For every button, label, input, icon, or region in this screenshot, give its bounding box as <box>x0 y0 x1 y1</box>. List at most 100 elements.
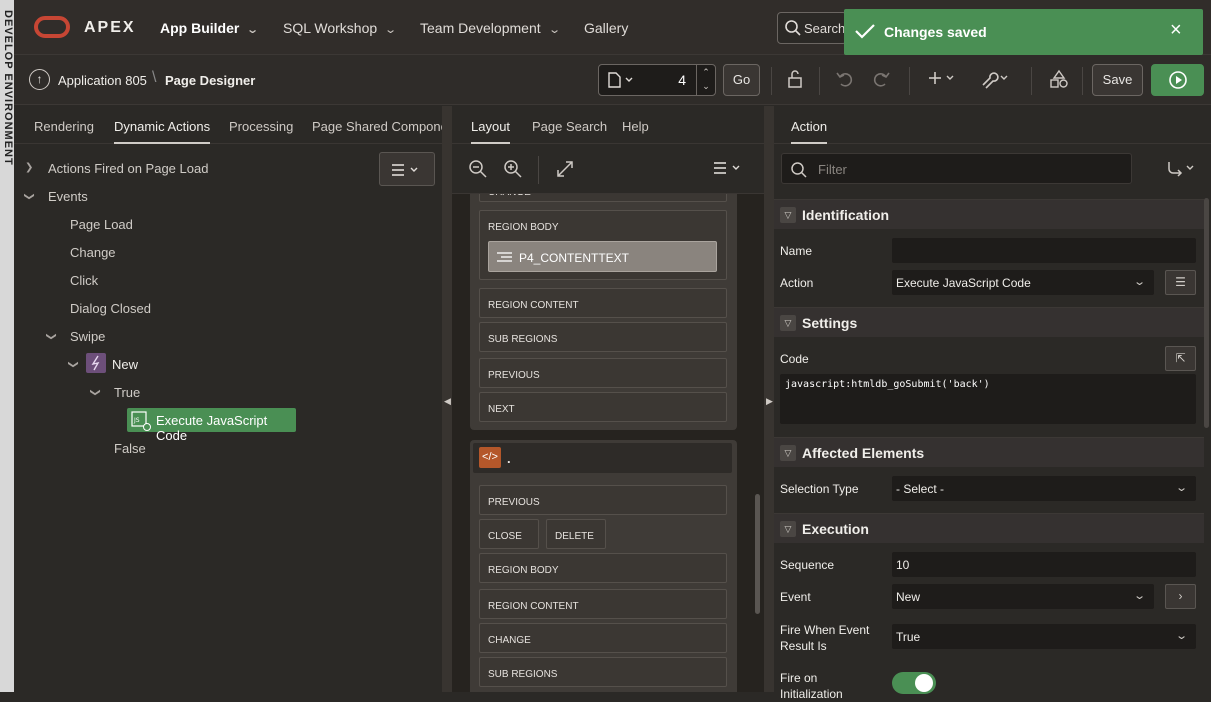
event-select[interactable]: New ⌄ <box>892 584 1154 609</box>
menu-icon[interactable] <box>712 160 746 176</box>
page-number-stepper[interactable]: ⌃ ⌄ <box>696 65 715 95</box>
chevron-right-icon[interactable]: ❯ <box>25 162 33 173</box>
nav-sql-workshop[interactable]: SQL Workshop ⌄ <box>283 20 397 36</box>
layout-slot[interactable]: CHANGE <box>479 194 727 202</box>
property-scrollbar[interactable] <box>1204 198 1209 428</box>
tree-node-swipe[interactable]: Swipe <box>70 329 105 344</box>
save-button[interactable]: Save <box>1092 64 1143 96</box>
zoom-out-icon[interactable] <box>468 159 488 179</box>
chevron-down-icon[interactable]: ▽ <box>780 521 796 537</box>
section-execution[interactable]: ▽ Execution <box>774 513 1204 543</box>
code-textarea[interactable]: javascript:htmldb_goSubmit('back') <box>780 374 1196 424</box>
redo-icon[interactable] <box>871 69 891 89</box>
section-affected-elements[interactable]: ▽ Affected Elements <box>774 437 1204 467</box>
zoom-in-icon[interactable] <box>503 159 523 179</box>
tree-node-change[interactable]: Change <box>70 245 116 260</box>
add-menu-icon[interactable] <box>926 69 958 89</box>
page-number-input[interactable]: 4 <box>674 72 686 88</box>
right-splitter[interactable]: ▶ <box>764 106 774 692</box>
wrench-menu-icon[interactable] <box>980 69 1012 89</box>
tab-help[interactable]: Help <box>622 119 649 134</box>
tab-rendering[interactable]: Rendering <box>34 119 94 134</box>
filter-placeholder: Filter <box>818 162 847 177</box>
list-details-icon[interactable]: ☰ <box>1165 270 1196 295</box>
fire-when-label-line2: Result Is <box>780 639 827 653</box>
layout-slot[interactable]: PREVIOUS <box>479 358 727 388</box>
lock-icon[interactable] <box>785 69 805 89</box>
layout-slot[interactable]: SUB REGIONS <box>479 657 727 687</box>
left-splitter[interactable]: ◀ <box>442 106 452 692</box>
oracle-logo-icon[interactable] <box>34 16 70 38</box>
environment-banner: DEVELOP ENVIRONMENT <box>0 0 14 692</box>
tree-node-page-load[interactable]: Page Load <box>70 217 133 232</box>
nav-app-builder[interactable]: App Builder ⌄ <box>160 20 259 36</box>
layout-scrollbar[interactable] <box>755 494 760 614</box>
layout-slot[interactable]: SUB REGIONS <box>479 322 727 352</box>
tab-page-shared-components[interactable]: Page Shared Componen <box>312 119 455 134</box>
fire-init-label-line1: Fire on <box>780 671 818 685</box>
undo-icon[interactable] <box>835 69 855 89</box>
chevron-right-icon[interactable]: › <box>1165 584 1196 609</box>
go-to-group-icon[interactable] <box>1166 160 1198 178</box>
filter-input[interactable]: Filter <box>781 153 1132 184</box>
chevron-down-icon[interactable]: ❯ <box>24 192 35 200</box>
chevron-down-icon[interactable]: ❯ <box>46 332 57 340</box>
section-settings[interactable]: ▽ Settings <box>774 307 1204 337</box>
layout-slot[interactable]: NEXT <box>479 392 727 422</box>
fire-when-select[interactable]: True ⌄ <box>892 624 1196 649</box>
layout-slot[interactable]: REGION CONTENT <box>479 589 727 619</box>
chevron-down-icon: ⌄ <box>1132 590 1146 602</box>
tree-node-events[interactable]: Events <box>48 189 88 204</box>
tab-page-search[interactable]: Page Search <box>532 119 607 134</box>
open-code-editor-icon[interactable]: ⇱ <box>1165 346 1196 371</box>
close-icon[interactable]: × <box>1170 19 1182 42</box>
tree-node-actions-fired-on-load[interactable]: Actions Fired on Page Load <box>48 161 208 176</box>
section-title: Settings <box>802 315 858 331</box>
tree-node-dialog-closed[interactable]: Dialog Closed <box>70 301 151 316</box>
region-header[interactable]: </> . <box>473 443 732 473</box>
fire-on-initialization-toggle[interactable] <box>892 672 936 694</box>
chevron-down-icon[interactable]: ❯ <box>90 388 101 396</box>
go-button[interactable]: Go <box>723 64 760 96</box>
fire-when-label: Fire When Event Result Is <box>780 622 869 654</box>
layout-slot-delete[interactable]: DELETE <box>546 519 606 549</box>
tab-layout[interactable]: Layout <box>471 119 511 144</box>
section-identification[interactable]: ▽ Identification <box>774 199 1204 229</box>
layout-slot[interactable]: REGION CONTENT <box>479 288 727 318</box>
shared-components-icon[interactable] <box>1049 69 1069 89</box>
page-icon[interactable] <box>607 72 637 88</box>
search-button[interactable]: Search <box>777 12 847 44</box>
sequence-input[interactable]: 10 <box>892 552 1196 577</box>
layout-slot[interactable]: REGION BODY <box>479 553 727 583</box>
nav-gallery[interactable]: Gallery <box>584 20 628 36</box>
arrow-up-icon[interactable]: ↑ <box>29 69 50 90</box>
chevron-down-icon[interactable]: ❯ <box>68 360 79 368</box>
tab-dynamic-actions[interactable]: Dynamic Actions <box>114 119 211 144</box>
tree-node-execute-javascript[interactable]: JS Execute JavaScript Code <box>127 408 296 443</box>
region-card[interactable]: CHANGE REGION BODY P4_CONTENTTEXT REGION… <box>470 194 737 430</box>
tree-node-false[interactable]: False <box>114 441 146 456</box>
region-card[interactable]: </> . PREVIOUS CLOSE DELETE REGION BODY … <box>470 440 737 692</box>
chevron-down-icon[interactable]: ▽ <box>780 315 796 331</box>
name-input[interactable] <box>892 238 1196 263</box>
chevron-down-icon[interactable]: ▽ <box>780 207 796 223</box>
chevron-down-icon: ⌄ <box>1174 482 1188 494</box>
layout-slot-close[interactable]: CLOSE <box>479 519 539 549</box>
apex-brand[interactable]: APEX <box>84 19 136 37</box>
tree-node-dynamic-action[interactable]: New <box>112 357 138 372</box>
action-select[interactable]: Execute JavaScript Code ⌄ <box>892 270 1154 295</box>
tree-node-true[interactable]: True <box>114 385 140 400</box>
run-page-button[interactable] <box>1151 64 1204 96</box>
nav-team-development[interactable]: Team Development ⌄ <box>420 20 561 36</box>
tab-action[interactable]: Action <box>791 119 828 144</box>
tree-node-click[interactable]: Click <box>70 273 98 288</box>
selection-type-select[interactable]: - Select - ⌄ <box>892 476 1196 501</box>
layout-slot[interactable]: PREVIOUS <box>479 485 727 515</box>
chevron-down-icon[interactable]: ▽ <box>780 445 796 461</box>
page-item-p4-contenttext[interactable]: P4_CONTENTTEXT <box>488 241 717 272</box>
tab-processing[interactable]: Processing <box>229 119 293 134</box>
breadcrumb-application[interactable]: Application 805 <box>58 73 147 88</box>
layout-slot[interactable]: CHANGE <box>479 623 727 653</box>
tree-options-menu[interactable] <box>379 152 435 186</box>
expand-icon[interactable] <box>555 159 575 179</box>
